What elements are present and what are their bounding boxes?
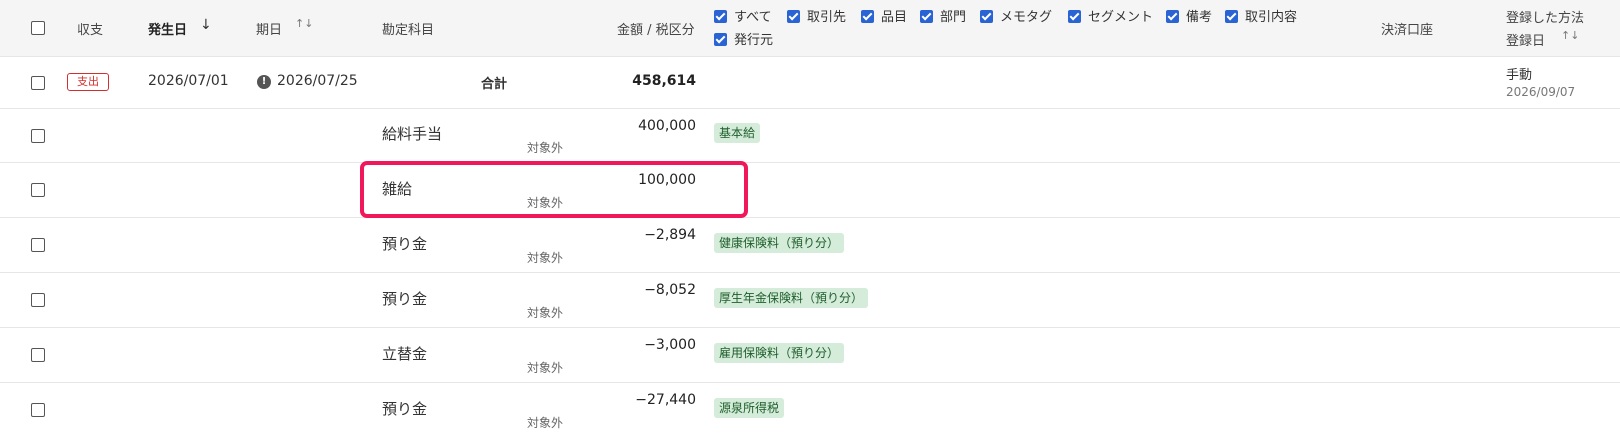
method-column-header: 登録した方法 [1506,11,1585,26]
filter-item[interactable]: 品目 [861,6,907,25]
filter-department[interactable]: 部門 [920,6,966,25]
row-checkbox[interactable] [31,238,45,252]
checkbox-checked-icon[interactable] [1166,10,1179,23]
table-header: 収支 発生日 ↓ 期日 ↑↓ 勘定科目 金額 / 税区分 すべて 取引先 品目 … [0,0,1620,57]
checkbox-checked-icon[interactable] [787,10,800,23]
checkbox-checked-icon[interactable] [980,10,993,23]
checkbox-checked-icon[interactable] [861,10,874,23]
filter-all[interactable]: すべて [714,6,772,25]
sort-desc-icon[interactable]: ↓ [200,17,212,33]
row-checkbox[interactable] [31,76,45,90]
row-checkbox[interactable] [31,348,45,362]
account-name: 預り金 [382,290,428,308]
filter-issuer[interactable]: 発行元 [714,29,773,48]
account-column-header: 勘定科目 [382,23,435,38]
memo-tag: 厚生年金保険料（預り分） [714,288,869,308]
type-column-header: 収支 [77,23,104,38]
expense-badge: 支出 [67,73,109,91]
transaction-summary-row[interactable]: 支出 2026/07/01 ! 2026/07/25 合計 458,614 手動 … [0,57,1620,109]
payment-account-column-header: 決済口座 [1381,23,1434,38]
select-all-checkbox[interactable] [31,21,45,35]
alert-icon: ! [257,75,271,89]
highlight-box [360,161,748,218]
row-checkbox[interactable] [31,403,45,417]
memo-tag: 雇用保険料（預り分） [714,343,845,363]
row-checkbox[interactable] [31,183,45,197]
checkbox-checked-icon[interactable] [1068,10,1081,23]
account-name: 預り金 [382,235,428,253]
filter-transaction[interactable]: 取引内容 [1225,6,1297,25]
sort-icon[interactable]: ↑↓ [1561,29,1579,42]
line-amount: −27,440 [635,392,696,408]
row-checkbox[interactable] [31,293,45,307]
line-amount: −3,000 [644,337,696,353]
sort-icon[interactable]: ↑↓ [295,17,313,30]
tax-category: 対象外 [527,141,564,155]
checkbox-checked-icon[interactable] [920,10,933,23]
table-row[interactable]: 立替金 対象外 −3,000 雇用保険料（預り分） [0,328,1620,383]
line-amount: −8,052 [644,282,696,298]
filter-memo-tag[interactable]: メモタグ [980,6,1052,25]
registration-date: 2026/09/07 [1506,85,1576,99]
tax-category: 対象外 [527,416,564,430]
table-row[interactable]: 雑給 対象外 100,000 [0,163,1620,218]
line-amount: −2,894 [644,227,696,243]
date-column-header[interactable]: 発生日 [148,19,187,38]
account-name: 給料手当 [382,125,443,143]
filter-segment[interactable]: セグメント [1068,6,1153,25]
occurrence-date: 2026/07/01 [148,73,229,89]
table-row[interactable]: 預り金 対象外 −8,052 厚生年金保険料（預り分） [0,273,1620,328]
total-amount: 458,614 [632,73,696,89]
checkbox-checked-icon[interactable] [714,33,727,46]
memo-tag: 健康保険料（預り分） [714,233,845,253]
checkbox-checked-icon[interactable] [1225,10,1238,23]
filter-notes[interactable]: 備考 [1166,6,1212,25]
row-checkbox[interactable] [31,129,45,143]
line-amount: 400,000 [638,118,696,134]
checkbox-checked-icon[interactable] [714,10,727,23]
tax-category: 対象外 [527,306,564,320]
memo-tag: 源泉所得税 [714,398,785,418]
table-row[interactable]: 預り金 対象外 −2,894 健康保険料（預り分） [0,218,1620,273]
amount-column-header: 金額 / 税区分 [617,23,695,38]
tax-category: 対象外 [527,251,564,265]
table-row[interactable]: 預り金 対象外 −27,440 源泉所得税 [0,383,1620,438]
memo-tag: 基本給 [714,123,761,143]
filter-partner[interactable]: 取引先 [787,6,846,25]
account-name: 預り金 [382,400,428,418]
table-row[interactable]: 給料手当 対象外 400,000 基本給 [0,109,1620,163]
due-column-header[interactable]: 期日 [256,19,282,38]
due-date: ! 2026/07/25 [257,73,358,89]
registration-method: 手動 [1506,68,1533,83]
account-name: 立替金 [382,345,428,363]
reg-date-column-header[interactable]: 登録日 [1506,30,1545,49]
tax-category: 対象外 [527,361,564,375]
